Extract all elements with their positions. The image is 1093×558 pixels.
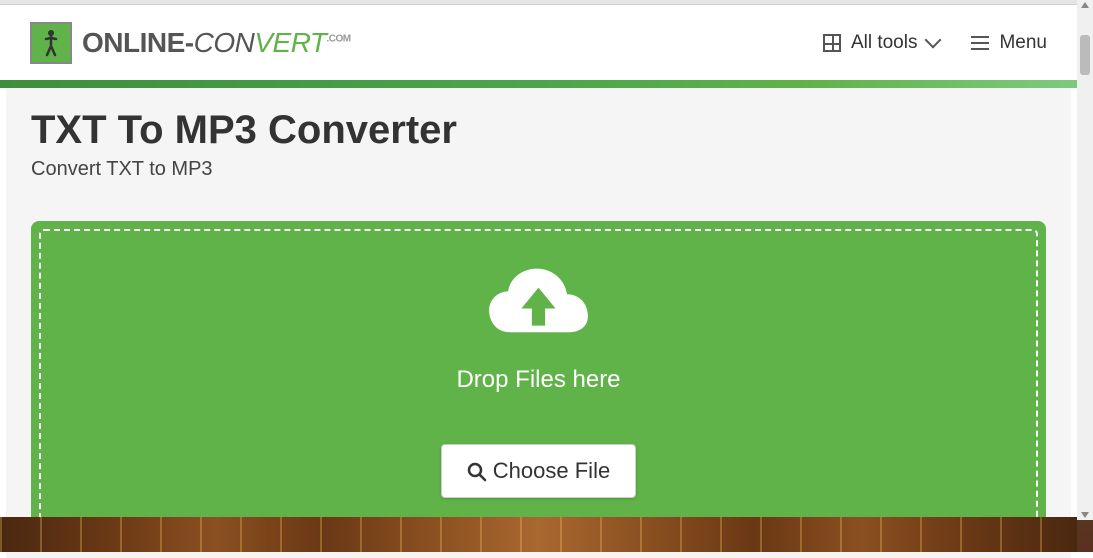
logo-text: ONLINE-CONVERT.COM xyxy=(82,27,351,59)
menu-button[interactable]: Menu xyxy=(971,32,1047,54)
main-content: TXT To MP3 Converter Convert TXT to MP3 … xyxy=(6,88,1071,558)
dropzone[interactable]: Drop Files here Choose File xyxy=(39,229,1038,530)
chevron-down-icon xyxy=(927,36,941,50)
drop-text: Drop Files here xyxy=(456,366,620,394)
scroll-up-icon[interactable] xyxy=(1081,2,1089,8)
hamburger-icon xyxy=(971,36,989,50)
page-title: TXT To MP3 Converter xyxy=(31,108,1046,153)
cloud-upload-icon xyxy=(481,261,596,356)
menu-label: Menu xyxy=(999,32,1047,54)
background-image xyxy=(0,517,1077,552)
logo-icon xyxy=(30,22,72,64)
green-accent-bar xyxy=(0,80,1077,88)
page-subtitle: Convert TXT to MP3 xyxy=(31,158,1046,181)
all-tools-label: All tools xyxy=(851,32,918,54)
header: ONLINE-CONVERT.COM All tools Menu xyxy=(0,5,1077,80)
choose-file-button[interactable]: Choose File xyxy=(441,444,636,498)
grid-icon xyxy=(823,34,841,52)
logo[interactable]: ONLINE-CONVERT.COM xyxy=(30,22,351,64)
browser-scrollbar[interactable] xyxy=(1077,0,1093,520)
all-tools-button[interactable]: All tools xyxy=(823,32,942,54)
nav-right: All tools Menu xyxy=(823,32,1047,54)
scroll-down-icon[interactable] xyxy=(1081,512,1089,518)
search-icon xyxy=(467,462,485,480)
dropzone-container: Drop Files here Choose File xyxy=(31,221,1046,538)
choose-file-label: Choose File xyxy=(493,458,610,484)
